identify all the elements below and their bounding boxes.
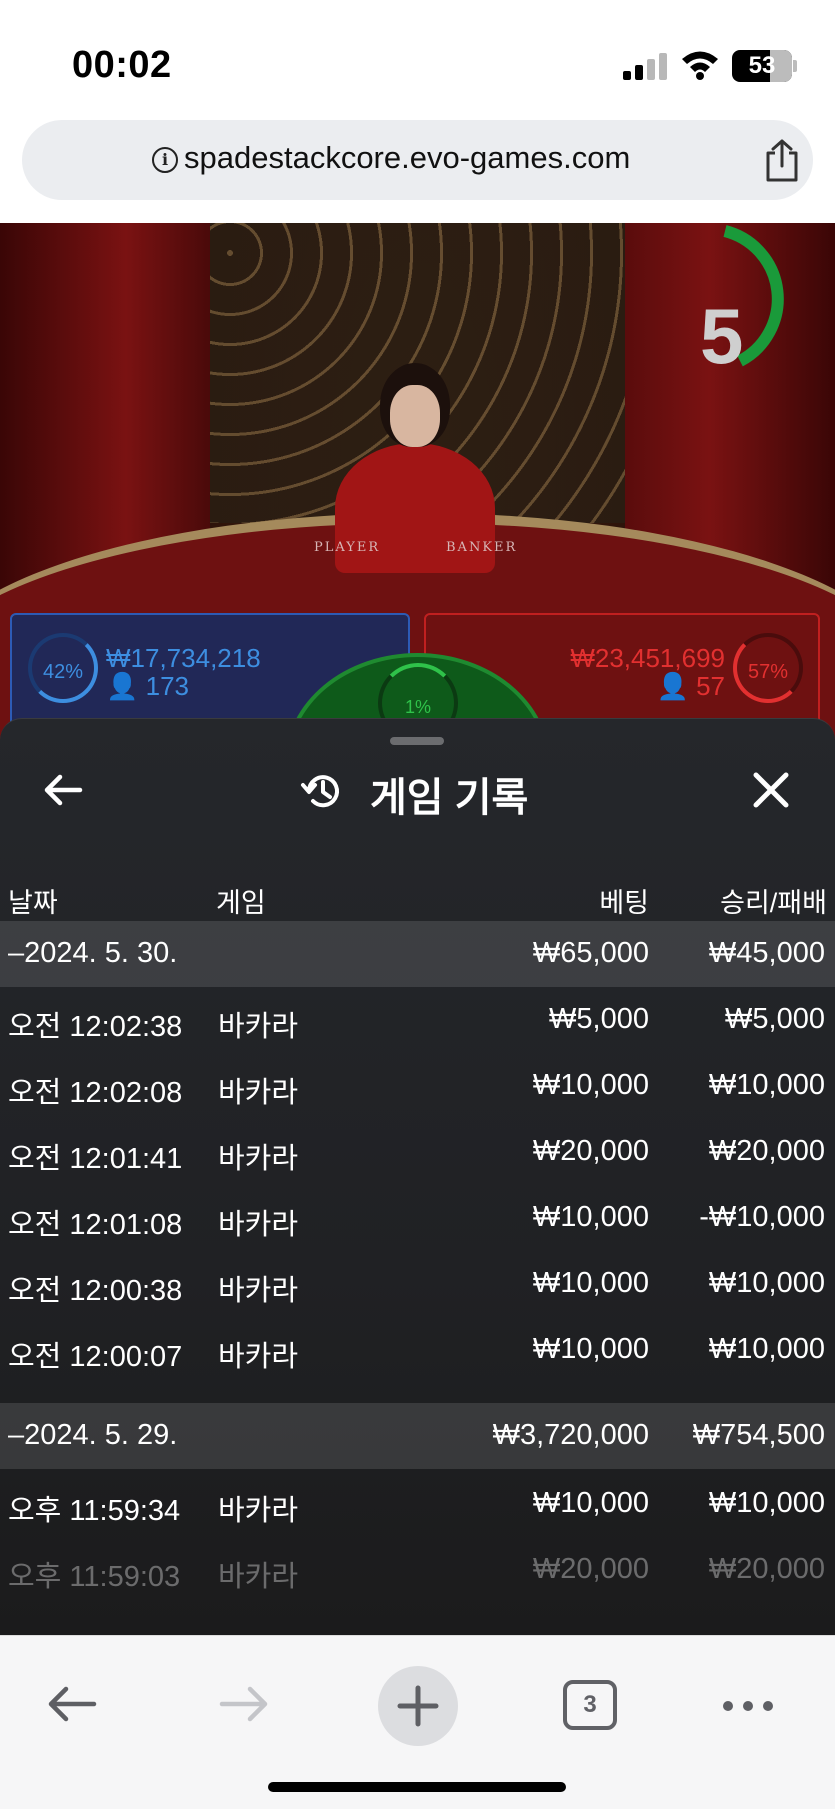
- close-icon[interactable]: [748, 767, 794, 813]
- cellular-signal-icon: [623, 52, 667, 80]
- group-win-total: ₩45,000: [708, 937, 825, 969]
- player-bettors: 👤 173: [106, 671, 189, 702]
- table-row[interactable]: 오전 12:01:41 바카라 ₩20,000 ₩20,000: [0, 1119, 835, 1185]
- column-date: 날짜: [8, 888, 58, 918]
- row-time: 오후 11:59:34: [8, 1495, 181, 1527]
- row-game: 바카라: [218, 1495, 299, 1527]
- home-indicator[interactable]: [268, 1782, 566, 1792]
- player-bet-amount: ₩17,734,218: [106, 643, 261, 673]
- table-header: 날짜 게임 베팅 승리/패배: [0, 867, 835, 927]
- row-time: 오전 12:00:07: [8, 1341, 183, 1373]
- player-bettor-count: 173: [145, 671, 189, 701]
- browser-forward-icon[interactable]: [216, 1676, 272, 1732]
- banker-bet-amount: ₩23,451,699: [570, 643, 725, 673]
- table-row[interactable]: 오후 11:59:34 바카라 ₩10,000 ₩10,000: [0, 1471, 835, 1537]
- browser-toolbar: 3: [0, 1635, 835, 1809]
- row-bet: ₩10,000: [532, 1333, 649, 1365]
- date-group-row[interactable]: –2024. 5. 30. ₩65,000 ₩45,000: [0, 921, 835, 987]
- browser-back-icon[interactable]: [44, 1676, 100, 1732]
- history-icon: [301, 775, 339, 808]
- player-percent: 42%: [28, 633, 98, 703]
- countdown-timer: 5: [700, 292, 744, 380]
- row-bet: ₩10,000: [532, 1487, 649, 1519]
- group-date: –2024. 5. 30.: [8, 937, 178, 969]
- address-bar-area: i spadestackcore.evo-games.com: [0, 120, 835, 223]
- row-time: 오전 12:01:08: [8, 1209, 183, 1241]
- column-win-loss: 승리/패배: [720, 888, 827, 918]
- status-time: 00:02: [72, 44, 172, 86]
- row-time: 오전 12:02:08: [8, 1077, 183, 1109]
- group-bet-total: ₩3,720,000: [492, 1419, 649, 1451]
- table-label-banker: BANKER: [446, 540, 518, 555]
- row-win-loss: ₩10,000: [708, 1333, 825, 1365]
- row-time: 오전 12:02:38: [8, 1011, 183, 1043]
- row-bet: ₩10,000: [532, 1201, 649, 1233]
- row-time: 오전 12:01:41: [8, 1143, 183, 1175]
- wifi-icon: [682, 51, 718, 80]
- row-win-loss: ₩10,000: [708, 1487, 825, 1519]
- group-date: –2024. 5. 29.: [8, 1419, 178, 1451]
- row-win-loss: ₩20,000: [708, 1135, 825, 1167]
- user-icon: 👤: [656, 671, 689, 701]
- row-bet: ₩20,000: [532, 1553, 649, 1585]
- row-bet: ₩5,000: [549, 1003, 649, 1035]
- plus-icon: [397, 1685, 439, 1727]
- panel-title: 게임 기록: [370, 776, 529, 820]
- row-game: 바카라: [218, 1341, 299, 1373]
- drag-handle[interactable]: [390, 737, 444, 745]
- new-tab-button[interactable]: [378, 1666, 458, 1746]
- more-options-icon[interactable]: [720, 1696, 776, 1716]
- row-win-loss: ₩20,000: [708, 1553, 825, 1585]
- column-bet: 베팅: [599, 888, 649, 918]
- row-win-loss: ₩10,000: [708, 1267, 825, 1299]
- battery-level: 53: [748, 52, 776, 79]
- back-arrow-icon[interactable]: [40, 767, 86, 813]
- battery-icon: 53: [732, 50, 792, 82]
- dealer: [335, 363, 495, 573]
- group-win-total: ₩754,500: [692, 1419, 825, 1451]
- row-game: 바카라: [218, 1143, 299, 1175]
- row-game: 바카라: [218, 1077, 299, 1109]
- site-info-icon[interactable]: i: [152, 147, 178, 173]
- row-time: 오후 11:59:03: [8, 1561, 181, 1593]
- row-bet: ₩10,000: [532, 1267, 649, 1299]
- row-win-loss: ₩10,000: [708, 1069, 825, 1101]
- row-win-loss: ₩5,000: [725, 1003, 825, 1035]
- address-bar[interactable]: i spadestackcore.evo-games.com: [22, 120, 813, 200]
- row-bet: ₩20,000: [532, 1135, 649, 1167]
- game-history-panel: 게임 기록 날짜 게임 베팅 승리/패배 –2024. 5. 30. ₩65,0…: [0, 718, 835, 1635]
- banker-bettors: 👤 57: [656, 671, 725, 702]
- date-group-row[interactable]: –2024. 5. 29. ₩3,720,000 ₩754,500: [0, 1403, 835, 1469]
- user-icon: 👤: [106, 671, 139, 701]
- table-row[interactable]: 오후 11:59:03 바카라 ₩20,000 ₩20,000: [0, 1537, 835, 1603]
- row-game: 바카라: [218, 1561, 299, 1593]
- tabs-button[interactable]: 3: [563, 1680, 617, 1730]
- row-time: 오전 12:00:38: [8, 1275, 183, 1307]
- table-row[interactable]: 오전 12:02:08 바카라 ₩10,000 ₩10,000: [0, 1053, 835, 1119]
- table-row[interactable]: 오전 12:00:07 바카라 ₩10,000 ₩10,000: [0, 1317, 835, 1383]
- column-game: 게임: [216, 888, 266, 918]
- share-icon[interactable]: [760, 138, 804, 184]
- group-bet-total: ₩65,000: [532, 937, 649, 969]
- banker-percent: 57%: [733, 633, 803, 703]
- url-text[interactable]: spadestackcore.evo-games.com: [184, 140, 630, 176]
- table-row[interactable]: 오전 12:02:38 바카라 ₩5,000 ₩5,000: [0, 987, 835, 1053]
- row-game: 바카라: [218, 1011, 299, 1043]
- row-win-loss: -₩10,000: [699, 1201, 825, 1233]
- banker-bettor-count: 57: [696, 671, 725, 701]
- row-game: 바카라: [218, 1275, 299, 1307]
- status-bar: 00:02 53: [0, 0, 835, 120]
- row-game: 바카라: [218, 1209, 299, 1241]
- table-row[interactable]: 오전 12:00:38 바카라 ₩10,000 ₩10,000: [0, 1251, 835, 1317]
- table-row[interactable]: 오전 12:01:08 바카라 ₩10,000 -₩10,000: [0, 1185, 835, 1251]
- row-bet: ₩10,000: [532, 1069, 649, 1101]
- table-label-player: PLAYER: [314, 540, 381, 555]
